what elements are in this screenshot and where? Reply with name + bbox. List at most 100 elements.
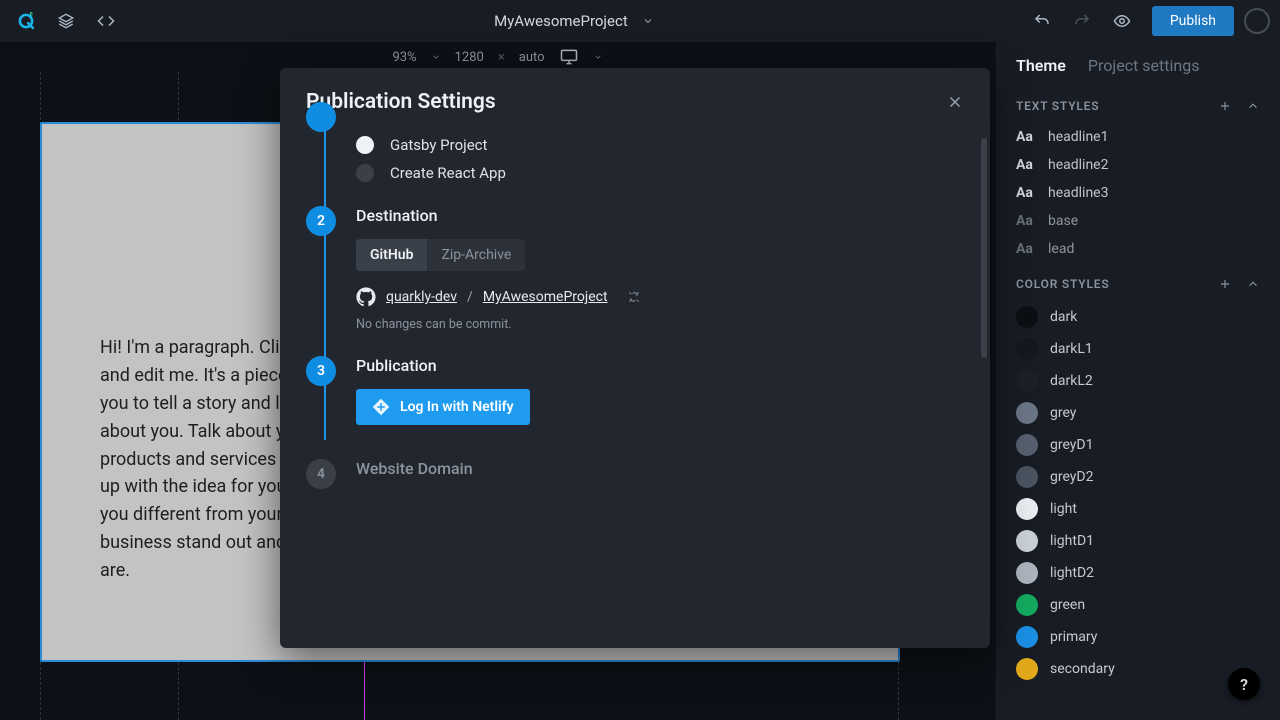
color-label: greyD2 <box>1050 469 1094 485</box>
color-swatch <box>1016 402 1038 424</box>
color-label: grey <box>1050 405 1076 421</box>
text-style-glyph: Aa <box>1016 185 1036 201</box>
color-swatch <box>1016 626 1038 648</box>
step-bullet-4: 4 <box>306 459 336 489</box>
color-style-item[interactable]: primary <box>996 621 1280 653</box>
add-icon[interactable] <box>1218 99 1232 113</box>
color-label: greyD1 <box>1050 437 1094 453</box>
device-desktop-icon[interactable] <box>559 47 579 67</box>
tab-project-settings[interactable]: Project settings <box>1088 56 1200 75</box>
color-label: darkL1 <box>1050 341 1093 357</box>
chevron-down-icon[interactable] <box>642 15 654 27</box>
text-style-label: lead <box>1048 241 1074 257</box>
text-style-label: headline3 <box>1048 185 1108 201</box>
close-icon[interactable] <box>946 93 964 111</box>
color-style-item[interactable]: grey <box>996 397 1280 429</box>
undo-icon[interactable] <box>1022 0 1062 42</box>
color-style-item[interactable]: darkL2 <box>996 365 1280 397</box>
color-label: green <box>1050 597 1085 613</box>
chevron-down-icon[interactable] <box>431 52 441 62</box>
canvas-height[interactable]: auto <box>519 50 545 65</box>
radio-gatsby[interactable]: Gatsby Project <box>356 136 964 154</box>
text-style-glyph: Aa <box>1016 157 1036 173</box>
path-separator: / <box>467 289 473 305</box>
color-swatch <box>1016 562 1038 584</box>
radio-label: Gatsby Project <box>390 136 487 154</box>
color-style-item[interactable]: dark <box>996 301 1280 333</box>
color-style-item[interactable]: darkL1 <box>996 333 1280 365</box>
color-label: light <box>1050 501 1077 517</box>
color-swatch <box>1016 306 1038 328</box>
side-panel: Theme Project settings TEXT STYLES Aahea… <box>995 42 1280 720</box>
color-label: darkL2 <box>1050 373 1093 389</box>
chevron-down-icon[interactable] <box>593 52 603 62</box>
help-fab[interactable]: ? <box>1228 668 1260 700</box>
radio-label: Create React App <box>390 164 506 182</box>
color-style-item[interactable]: lightD1 <box>996 525 1280 557</box>
radio-indicator <box>356 136 374 154</box>
svg-text:β: β <box>30 12 33 18</box>
text-styles-header: TEXT STYLES <box>1016 99 1204 113</box>
text-style-item[interactable]: Aalead <box>996 235 1280 263</box>
step-title-destination: Destination <box>356 206 964 225</box>
color-swatch <box>1016 434 1038 456</box>
github-repo-link[interactable]: MyAwesomeProject <box>483 289 608 305</box>
color-label: primary <box>1050 629 1097 645</box>
github-owner-link[interactable]: quarkly-dev <box>386 289 457 305</box>
color-style-item[interactable]: greyD2 <box>996 461 1280 493</box>
avatar[interactable] <box>1244 8 1270 34</box>
redo-icon[interactable] <box>1062 0 1102 42</box>
publish-button[interactable]: Publish <box>1152 6 1234 36</box>
text-style-item[interactable]: Aaheadline2 <box>996 151 1280 179</box>
destination-segmented: GitHub Zip-Archive <box>356 239 525 271</box>
color-style-item[interactable]: green <box>996 589 1280 621</box>
text-style-glyph: Aa <box>1016 241 1036 257</box>
canvas-width[interactable]: 1280 <box>455 50 484 65</box>
radio-cra[interactable]: Create React App <box>356 164 964 182</box>
segment-zip[interactable]: Zip-Archive <box>427 239 525 271</box>
github-icon <box>356 287 376 307</box>
step-title-domain: Website Domain <box>356 459 964 478</box>
segment-github[interactable]: GitHub <box>356 239 427 271</box>
unlink-icon[interactable] <box>626 289 642 305</box>
publication-settings-modal: Publication Settings Gatsby Project Crea… <box>280 68 990 648</box>
color-swatch <box>1016 466 1038 488</box>
preview-icon[interactable] <box>1102 0 1142 42</box>
text-style-label: headline1 <box>1048 129 1108 145</box>
color-style-item[interactable]: greyD1 <box>996 429 1280 461</box>
step-bullet-3: 3 <box>306 356 336 386</box>
color-label: lightD1 <box>1050 533 1094 549</box>
color-swatch <box>1016 370 1038 392</box>
text-style-glyph: Aa <box>1016 129 1036 145</box>
tab-theme[interactable]: Theme <box>1016 56 1066 75</box>
step-bullet-2: 2 <box>306 206 336 236</box>
color-swatch <box>1016 338 1038 360</box>
color-swatch <box>1016 594 1038 616</box>
color-swatch <box>1016 498 1038 520</box>
chevron-up-icon[interactable] <box>1246 99 1260 113</box>
logo-icon[interactable]: β <box>6 0 46 42</box>
zoom-level[interactable]: 93% <box>392 50 416 65</box>
code-icon[interactable] <box>86 0 126 42</box>
modal-title: Publication Settings <box>306 90 946 114</box>
text-style-glyph: Aa <box>1016 213 1036 229</box>
color-swatch <box>1016 530 1038 552</box>
project-name[interactable]: MyAwesomeProject <box>494 12 628 30</box>
color-label: dark <box>1050 309 1077 325</box>
layers-icon[interactable] <box>46 0 86 42</box>
text-style-label: base <box>1048 213 1078 229</box>
text-style-item[interactable]: Aabase <box>996 207 1280 235</box>
color-style-item[interactable]: lightD2 <box>996 557 1280 589</box>
add-icon[interactable] <box>1218 277 1232 291</box>
color-swatch <box>1016 658 1038 680</box>
login-netlify-button[interactable]: Log In with Netlify <box>356 389 530 425</box>
text-style-item[interactable]: Aa headline1 <box>996 123 1280 151</box>
color-label: lightD2 <box>1050 565 1094 581</box>
color-style-item[interactable]: light <box>996 493 1280 525</box>
radio-indicator <box>356 164 374 182</box>
dimension-separator: × <box>498 50 505 65</box>
chevron-up-icon[interactable] <box>1246 277 1260 291</box>
color-label: secondary <box>1050 661 1115 677</box>
text-style-item[interactable]: Aa headline3 <box>996 179 1280 207</box>
color-styles-header: COLOR STYLES <box>1016 277 1204 291</box>
